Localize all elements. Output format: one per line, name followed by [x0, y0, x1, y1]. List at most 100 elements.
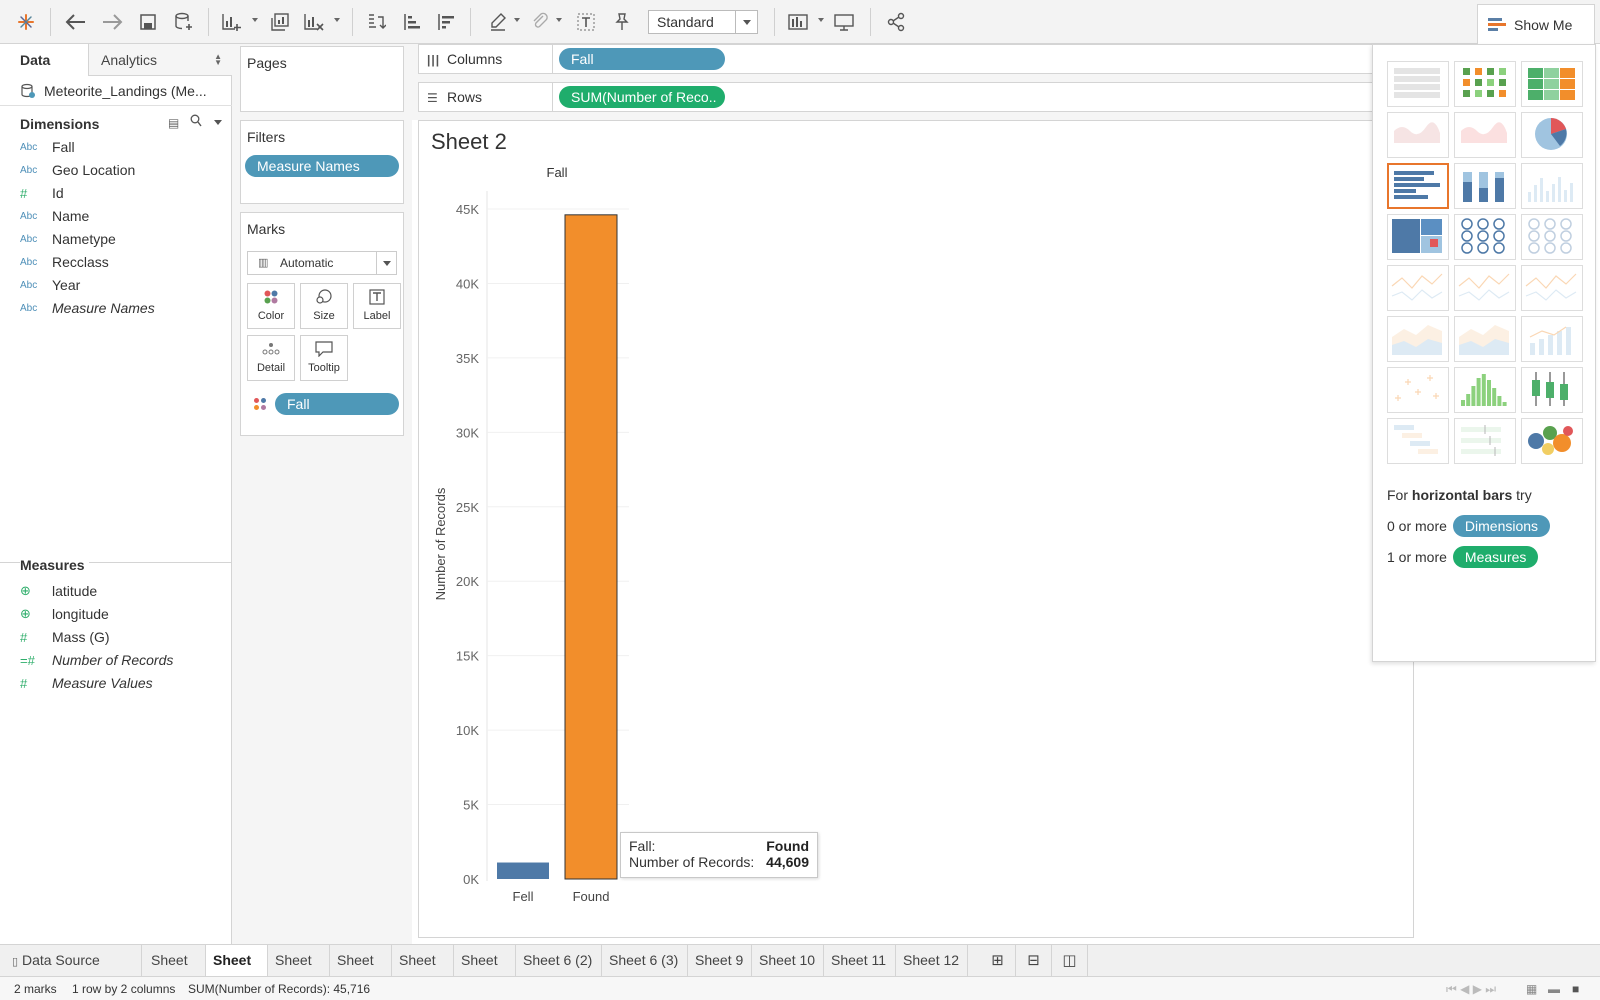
swap-rows-columns-icon[interactable]	[362, 8, 390, 36]
sheet-tab[interactable]: Sheet 1	[144, 945, 206, 999]
filters-card[interactable]: Filters Measure Names	[240, 120, 404, 204]
group-members-icon[interactable]	[526, 8, 554, 36]
sheet-tab[interactable]: Sheet 10	[752, 945, 824, 976]
duplicate-sheet-icon[interactable]	[266, 8, 294, 36]
rows-measure-pill[interactable]: SUM(Number of Reco..	[559, 86, 725, 108]
grid-view-icon[interactable]: ▦	[1526, 982, 1537, 996]
stacked-bars-thumbnail[interactable]	[1454, 163, 1516, 209]
show-cards-icon[interactable]	[784, 8, 812, 36]
color-fall-pill[interactable]: Fall	[275, 393, 399, 415]
field-item[interactable]: # Id	[20, 182, 64, 204]
field-item[interactable]: Abc Fall	[20, 136, 75, 158]
symbol-map-thumbnail[interactable]	[1387, 112, 1449, 158]
side-by-side-circles-thumbnail[interactable]	[1521, 214, 1583, 260]
save-icon[interactable]	[134, 8, 162, 36]
dual-combination-thumbnail[interactable]	[1521, 316, 1583, 362]
view-data-icon[interactable]: ▤	[168, 116, 179, 130]
detail-button[interactable]: Detail	[247, 335, 295, 381]
circle-views-thumbnail[interactable]	[1454, 214, 1516, 260]
tab-data[interactable]: Data	[0, 44, 88, 76]
area-continuous-thumbnail[interactable]	[1387, 316, 1449, 362]
new-worksheet-tab-icon[interactable]: ⊞	[980, 945, 1016, 976]
horizontal-bars-thumbnail[interactable]	[1387, 163, 1449, 209]
gantt-chart-thumbnail[interactable]	[1387, 418, 1449, 464]
undo-icon[interactable]	[62, 8, 90, 36]
pie-chart-thumbnail[interactable]	[1521, 112, 1583, 158]
marks-card[interactable]: Marks ▥ Automatic Color Size Label Detai…	[240, 212, 404, 436]
chevron-down-icon[interactable]	[735, 11, 757, 33]
show-mark-labels-icon[interactable]	[572, 8, 600, 36]
filter-pill[interactable]: Measure Names	[245, 155, 399, 177]
bar-fell[interactable]	[497, 862, 549, 879]
field-item[interactable]: Abc Year	[20, 274, 80, 296]
tab-nav-icons[interactable]: ⏮ ◀ ▶ ⏭	[1446, 982, 1496, 997]
bar-chart[interactable]: Fall 0K 5K 10K 15K 20K 25K 30K 35K 40K 45K Number o…	[419, 121, 1413, 921]
sheet-tab[interactable]: Sheet 6 (3)	[602, 945, 688, 976]
columns-shelf[interactable]: ||| Columns Fall	[418, 44, 1376, 74]
sheet-tab[interactable]: Sheet 12	[896, 945, 968, 976]
clear-sheet-icon[interactable]	[300, 8, 328, 36]
side-by-side-bars-thumbnail[interactable]	[1521, 163, 1583, 209]
tooltip-button[interactable]: Tooltip	[300, 335, 348, 381]
scatter-plot-thumbnail[interactable]	[1387, 367, 1449, 413]
tab-analytics[interactable]: Analytics ▲ ▼	[88, 44, 232, 76]
highlight-icon[interactable]	[484, 8, 512, 36]
mark-type-select[interactable]: ▥ Automatic	[247, 251, 397, 275]
redo-icon[interactable]	[98, 8, 126, 36]
chevron-down-icon[interactable]	[214, 120, 222, 125]
sheet-tab[interactable]: Sheet 11	[824, 945, 896, 976]
new-story-tab-icon[interactable]: ◫	[1052, 945, 1088, 976]
new-worksheet-icon[interactable]	[218, 8, 246, 36]
sheet-tab[interactable]: Sheet 2	[206, 945, 268, 999]
box-and-whisker-thumbnail[interactable]	[1521, 367, 1583, 413]
line-discrete-thumbnail[interactable]	[1454, 265, 1516, 311]
field-item[interactable]: Abc Geo Location	[20, 159, 135, 181]
tab-view-icon[interactable]: ■	[1572, 982, 1579, 996]
histogram-thumbnail[interactable]	[1454, 367, 1516, 413]
sheet-tab[interactable]: Sheet 9	[688, 945, 752, 976]
show-me-button[interactable]: Show Me	[1477, 4, 1595, 44]
color-button[interactable]: Color	[247, 283, 295, 329]
columns-fall-pill[interactable]: Fall	[559, 48, 725, 70]
tableau-logo-icon[interactable]	[12, 8, 40, 36]
sheet-tab[interactable]: Sheet 6 (2)	[516, 945, 602, 976]
sort-descending-icon[interactable]	[432, 8, 460, 36]
area-discrete-thumbnail[interactable]	[1454, 316, 1516, 362]
size-button[interactable]: Size	[300, 283, 348, 329]
sheet-tab[interactable]: Sheet 4	[330, 945, 392, 999]
new-dashboard-tab-icon[interactable]: ⊟	[1016, 945, 1052, 976]
field-item[interactable]: Abc Measure Names	[20, 297, 155, 319]
worksheet-view[interactable]: Sheet 2 Fall 0K 5K 10K 15K 20K 25K 30K 35K 40K 45K…	[418, 120, 1414, 938]
fix-axes-icon[interactable]	[608, 8, 636, 36]
text-table-thumbnail[interactable]	[1387, 61, 1449, 107]
label-button[interactable]: Label	[353, 283, 401, 329]
presentation-mode-icon[interactable]	[830, 8, 858, 36]
field-item[interactable]: # Measure Values	[20, 672, 153, 694]
dual-lines-thumbnail[interactable]	[1521, 265, 1583, 311]
sort-ascending-icon[interactable]	[398, 8, 426, 36]
field-item[interactable]: =# Number of Records	[20, 649, 173, 671]
share-icon[interactable]	[882, 8, 910, 36]
field-item[interactable]: # Mass (G)	[20, 626, 110, 648]
line-continuous-thumbnail[interactable]	[1387, 265, 1449, 311]
pages-card[interactable]: Pages	[240, 46, 404, 112]
chevron-down-icon[interactable]	[376, 252, 396, 274]
field-item[interactable]: Abc Nametype	[20, 228, 116, 250]
field-item[interactable]: ⊕ longitude	[20, 603, 109, 625]
treemap-thumbnail[interactable]	[1387, 214, 1449, 260]
new-datasource-icon[interactable]	[170, 8, 198, 36]
bar-found[interactable]	[564, 214, 618, 880]
highlight-table-thumbnail[interactable]	[1521, 61, 1583, 107]
field-item[interactable]: ⊕ latitude	[20, 580, 97, 602]
datasource-item[interactable]: Meteorite_Landings (Me...	[0, 76, 232, 106]
bullet-graph-thumbnail[interactable]	[1454, 418, 1516, 464]
filmstrip-view-icon[interactable]: ▬	[1548, 982, 1560, 996]
packed-bubbles-thumbnail[interactable]	[1521, 418, 1583, 464]
search-icon[interactable]	[190, 114, 202, 131]
field-item[interactable]: Abc Recclass	[20, 251, 109, 273]
sheet-tab[interactable]: Sheet 5	[392, 945, 454, 999]
rows-shelf[interactable]: ☰ Rows SUM(Number of Reco..	[418, 82, 1376, 112]
filled-map-thumbnail[interactable]	[1454, 112, 1516, 158]
heat-map-thumbnail[interactable]	[1454, 61, 1516, 107]
field-item[interactable]: Abc Name	[20, 205, 89, 227]
